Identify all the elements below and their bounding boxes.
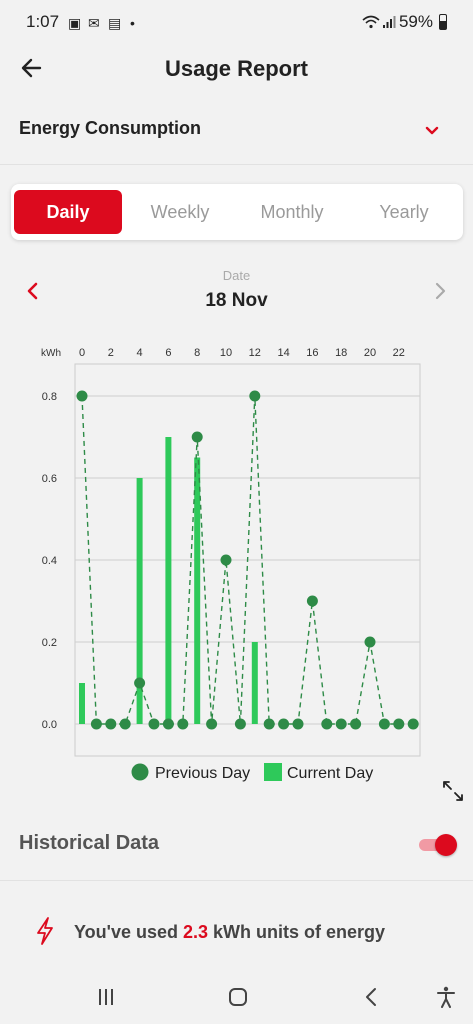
toggle-knob <box>435 834 457 856</box>
expand-icon[interactable] <box>440 778 466 804</box>
x-tick-label: 14 <box>277 347 289 359</box>
accessibility-icon[interactable] <box>434 986 458 1008</box>
period-tabs: Daily Weekly Monthly Yearly <box>11 184 463 240</box>
previous-day-point <box>364 636 376 648</box>
recent-apps-icon[interactable] <box>94 986 118 1008</box>
date-caption: Date <box>222 268 251 283</box>
signal-icon <box>382 15 396 32</box>
chevron-down-icon <box>425 124 439 138</box>
previous-day-point <box>134 677 146 689</box>
previous-day-point <box>191 431 203 443</box>
y-tick-label: 0.2 <box>42 637 57 649</box>
usage-chart: 0.0 0.2 0.4 0.6 0.8 kWh 0 2 4 6 8 10 12 14 16 18 20 22 Pre… <box>41 347 421 782</box>
x-tick-label: 22 <box>393 347 405 359</box>
previous-day-point <box>321 718 333 730</box>
status-bar: 1:07 ▣ ✉ ▤ • 59% <box>0 0 473 44</box>
sim-icon: ▤ <box>108 15 122 31</box>
x-tick-label: 0 <box>79 347 85 359</box>
system-nav-bar <box>0 968 473 1024</box>
date-selector: Date 18 Nov <box>0 262 473 322</box>
previous-day-point <box>220 554 232 566</box>
y-tick-label: 0.0 <box>42 719 57 731</box>
energy-consumption-dropdown[interactable]: Energy Consumption <box>0 98 473 165</box>
gallery-icon: ▣ <box>68 15 82 31</box>
x-tick-label: 16 <box>306 347 318 359</box>
home-icon[interactable] <box>226 986 250 1008</box>
previous-day-point <box>306 595 318 607</box>
y-tick-label: 0.8 <box>42 391 57 403</box>
previous-day-point <box>350 718 362 730</box>
page-title: Usage Report <box>164 56 309 81</box>
tab-monthly[interactable]: Monthly <box>239 190 345 234</box>
previous-day-point <box>335 718 347 730</box>
current-day-bar <box>79 683 85 724</box>
x-tick-label: 4 <box>137 347 143 359</box>
previous-day-point <box>292 718 304 730</box>
x-tick-label: 18 <box>335 347 347 359</box>
back-nav-icon[interactable] <box>360 986 384 1008</box>
x-tick-label: 6 <box>165 347 171 359</box>
x-tick-label: 2 <box>108 347 114 359</box>
previous-day-point <box>177 718 189 730</box>
x-tick-label: 10 <box>220 347 232 359</box>
historical-data-row: Historical Data <box>0 810 473 881</box>
previous-day-point <box>278 718 290 730</box>
status-time: 1:07 <box>26 12 60 31</box>
legend-previous-day-label: Previous Day <box>155 765 250 782</box>
x-tick-label: 20 <box>364 347 376 359</box>
summary-prefix: You've used <box>74 922 183 942</box>
tab-yearly[interactable]: Yearly <box>351 190 457 234</box>
y-tick-label: 0.6 <box>42 473 57 485</box>
battery-icon <box>439 14 447 30</box>
previous-day-point <box>407 718 419 730</box>
chevron-right-icon[interactable] <box>433 280 449 302</box>
previous-day-point <box>378 718 390 730</box>
previous-day-point <box>148 718 160 730</box>
legend-current-day-marker <box>264 763 282 781</box>
summary-text: You've used 2.3 kWh units of energy <box>74 922 385 943</box>
date-value: 18 Nov <box>205 290 268 311</box>
tab-daily[interactable]: Daily <box>14 190 122 234</box>
current-day-bar <box>165 437 172 724</box>
previous-day-point <box>249 390 261 402</box>
section-label: Energy Consumption <box>19 118 202 138</box>
lightning-icon <box>34 916 56 946</box>
previous-day-point <box>76 390 88 402</box>
summary-value: 2.3 <box>182 922 209 942</box>
previous-day-point <box>234 718 246 730</box>
legend-previous-day-marker <box>131 763 149 781</box>
previous-day-point <box>162 718 174 730</box>
mail-icon: ✉ <box>88 15 100 31</box>
y-unit-label: kWh <box>41 348 61 359</box>
tab-weekly[interactable]: Weekly <box>127 190 233 234</box>
historical-data-label: Historical Data <box>19 832 160 854</box>
wifi-icon <box>362 15 380 32</box>
usage-summary: You've used 2.3 kWh units of energy <box>0 896 473 968</box>
battery-percent: 59% <box>398 12 433 31</box>
x-tick-label: 12 <box>249 347 261 359</box>
previous-day-point <box>393 718 405 730</box>
summary-suffix: kWh units of energy <box>208 922 386 942</box>
legend-current-day-label: Current Day <box>287 765 373 782</box>
current-day-bar <box>194 457 201 724</box>
previous-day-point <box>119 718 131 730</box>
x-tick-label: 8 <box>194 347 200 359</box>
app-bar: Usage Report <box>0 44 473 94</box>
y-tick-label: 0.4 <box>42 555 57 567</box>
previous-day-point <box>206 718 218 730</box>
previous-day-point <box>263 718 275 730</box>
historical-data-toggle[interactable] <box>417 832 457 856</box>
previous-day-point <box>90 718 102 730</box>
previous-day-point <box>105 718 117 730</box>
current-day-bar <box>251 642 258 724</box>
more-notifications-icon: • <box>130 15 135 31</box>
